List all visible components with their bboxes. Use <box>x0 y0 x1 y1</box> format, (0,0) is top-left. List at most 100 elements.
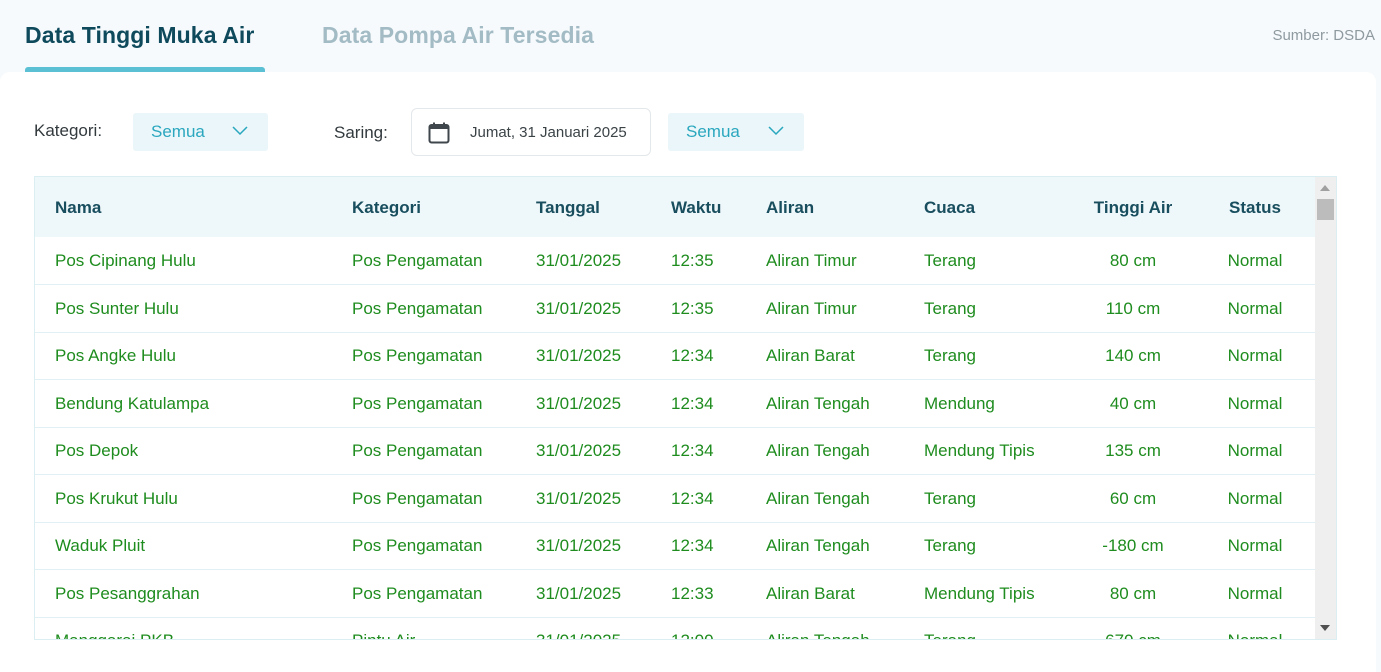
water-level-table: Nama Kategori Tanggal Waktu Aliran Cuaca… <box>34 176 1337 640</box>
active-tab-indicator <box>25 67 265 72</box>
cell-tanggal: 31/01/2025 <box>536 583 622 603</box>
table-row[interactable]: Pos Sunter Hulu Pos Pengamatan 31/01/2025 1… <box>35 285 1316 333</box>
cell-cuaca: Terang <box>924 298 976 318</box>
cell-cuaca: Mendung <box>924 393 995 413</box>
scroll-down-arrow-icon[interactable] <box>1320 625 1330 631</box>
column-header-nama[interactable]: Nama <box>55 198 101 218</box>
table-header: Nama Kategori Tanggal Waktu Aliran Cuaca… <box>35 177 1316 237</box>
cell-tinggi-air: 110 cm <box>1105 298 1161 318</box>
saring-select[interactable]: Semua <box>668 113 804 151</box>
saring-label: Saring: <box>334 123 388 142</box>
cell-status: Normal <box>1227 298 1283 318</box>
column-header-tanggal[interactable]: Tanggal <box>536 198 600 218</box>
cell-cuaca: Terang <box>924 536 976 555</box>
table-row[interactable]: Waduk Pluit Pos Pengamatan 31/01/2025 12:34… <box>35 522 1316 570</box>
cell-waktu: 12:33 <box>671 583 714 603</box>
cell-status: Normal <box>1227 251 1283 270</box>
cell-waktu: 12:35 <box>671 251 714 270</box>
chevron-down-icon <box>768 126 784 136</box>
chevron-down-icon <box>232 126 248 136</box>
cell-kategori: Pos Pengamatan <box>352 536 483 555</box>
column-header-waktu[interactable]: Waktu <box>671 198 721 218</box>
vertical-scrollbar[interactable] <box>1315 177 1336 639</box>
kategori-select-value: Semua <box>151 122 205 141</box>
cell-tinggi-air: 80 cm <box>1109 583 1157 603</box>
column-header-kategori[interactable]: Kategori <box>352 198 421 218</box>
cell-tanggal: 31/01/2025 <box>536 488 622 508</box>
saring-select-value: Semua <box>686 122 740 141</box>
cell-status: Normal <box>1227 488 1283 508</box>
date-value: Jumat, 31 Januari 2025 <box>470 124 627 141</box>
cell-tinggi-air: 670 cm <box>1105 631 1161 639</box>
tab-data-tinggi-muka-air[interactable]: Data Tinggi Muka Air <box>25 22 254 49</box>
cell-aliran: Aliran Tengah <box>766 393 870 413</box>
cell-kategori: Pos Pengamatan <box>352 346 483 365</box>
cell-kategori: Pintu Air <box>352 631 415 639</box>
table-row[interactable]: Bendung Katulampa Pos Pengamatan 31/01/202… <box>35 380 1316 428</box>
cell-tinggi-air: 60 cm <box>1109 488 1157 508</box>
cell-status: Normal <box>1227 346 1283 365</box>
cell-tanggal: 31/01/2025 <box>536 393 622 413</box>
table-row[interactable]: Pos Cipinang Hulu Pos Pengamatan 31/01/202… <box>35 237 1316 285</box>
kategori-label: Kategori: <box>34 121 103 140</box>
cell-waktu: 12:34 <box>671 488 714 508</box>
scroll-up-arrow-icon[interactable] <box>1320 185 1330 191</box>
cell-kategori: Pos Pengamatan <box>352 393 483 413</box>
cell-waktu: 12:34 <box>671 536 714 555</box>
cell-cuaca: Mendung Tipis <box>924 583 1035 603</box>
cell-cuaca: Terang <box>924 251 976 270</box>
cell-nama: Pos Krukut Hulu <box>55 488 178 508</box>
cell-status: Normal <box>1228 631 1283 639</box>
cell-kategori: Pos Pengamatan <box>352 251 483 270</box>
table-row[interactable]: Pos Angke Hulu Pos Pengamatan 31/01/2025 12… <box>35 332 1316 380</box>
cell-waktu: 12:34 <box>671 441 714 460</box>
cell-nama: Pos Angke Hulu <box>55 346 176 365</box>
column-header-aliran[interactable]: Aliran <box>766 198 814 218</box>
cell-aliran: Aliran Barat <box>766 346 855 365</box>
cell-waktu: 12:34 <box>671 346 714 365</box>
cell-tinggi-air: 135 cm <box>1105 441 1161 460</box>
scroll-thumb[interactable] <box>1317 199 1334 220</box>
cell-waktu: 12:35 <box>671 298 714 318</box>
cell-tanggal: 31/01/2025 <box>536 298 622 318</box>
tab-data-pompa-air-tersedia[interactable]: Data Pompa Air Tersedia <box>322 22 594 49</box>
cell-kategori: Pos Pengamatan <box>352 441 483 460</box>
cell-waktu: 12:34 <box>671 393 714 413</box>
cell-tinggi-air: 140 cm <box>1105 346 1161 365</box>
column-header-cuaca[interactable]: Cuaca <box>924 198 975 218</box>
cell-aliran: Aliran Timur <box>766 251 857 270</box>
cell-tanggal: 31/01/2025 <box>536 251 622 270</box>
cell-aliran: Aliran Timur <box>766 298 857 318</box>
cell-tanggal: 31/01/2025 <box>536 346 622 365</box>
cell-tinggi-air: 80 cm <box>1109 251 1157 270</box>
cell-nama: Pos Depok <box>55 441 139 460</box>
kategori-select[interactable]: Semua <box>133 113 268 151</box>
cell-aliran: Aliran Tengah <box>766 631 870 639</box>
cell-aliran: Aliran Barat <box>766 583 855 603</box>
table-row[interactable]: Manggarai PKB Pintu Air 31/01/2025 12:00 Ali… <box>35 617 1316 639</box>
table-row[interactable]: Pos Pesanggrahan Pos Pengamatan 31/01/2025… <box>35 570 1316 618</box>
cell-aliran: Aliran Tengah <box>766 536 870 555</box>
cell-status: Normal <box>1227 441 1283 460</box>
cell-cuaca: Mendung Tipis <box>924 441 1035 460</box>
cell-tanggal: 31/01/2025 <box>536 536 622 555</box>
cell-tanggal: 31/01/2025 <box>536 631 621 639</box>
header-bar: Data Tinggi Muka Air Data Pompa Air Ters… <box>0 0 1381 72</box>
cell-aliran: Aliran Tengah <box>766 488 870 508</box>
column-header-tinggi-air[interactable]: Tinggi Air <box>1094 198 1172 218</box>
cell-tinggi-air: 40 cm <box>1109 393 1157 413</box>
cell-cuaca: Terang <box>924 488 976 508</box>
table-row[interactable]: Pos Depok Pos Pengamatan 31/01/2025 12:34 Al… <box>35 427 1316 475</box>
cell-tinggi-air: -180 cm <box>1102 536 1164 555</box>
table-row[interactable]: Pos Krukut Hulu Pos Pengamatan 31/01/2025 1… <box>35 475 1316 523</box>
cell-status: Normal <box>1227 583 1283 603</box>
cell-cuaca: Terang <box>924 346 976 365</box>
column-header-status[interactable]: Status <box>1229 198 1281 218</box>
source-label: Sumber: DSDA <box>1272 27 1375 44</box>
cell-status: Normal <box>1227 536 1283 555</box>
cell-nama: Waduk Pluit <box>55 536 146 555</box>
cell-tanggal: 31/01/2025 <box>536 441 622 460</box>
cell-status: Normal <box>1227 393 1283 413</box>
cell-kategori: Pos Pengamatan <box>352 583 483 603</box>
date-picker[interactable]: Jumat, 31 Januari 2025 <box>411 108 651 156</box>
